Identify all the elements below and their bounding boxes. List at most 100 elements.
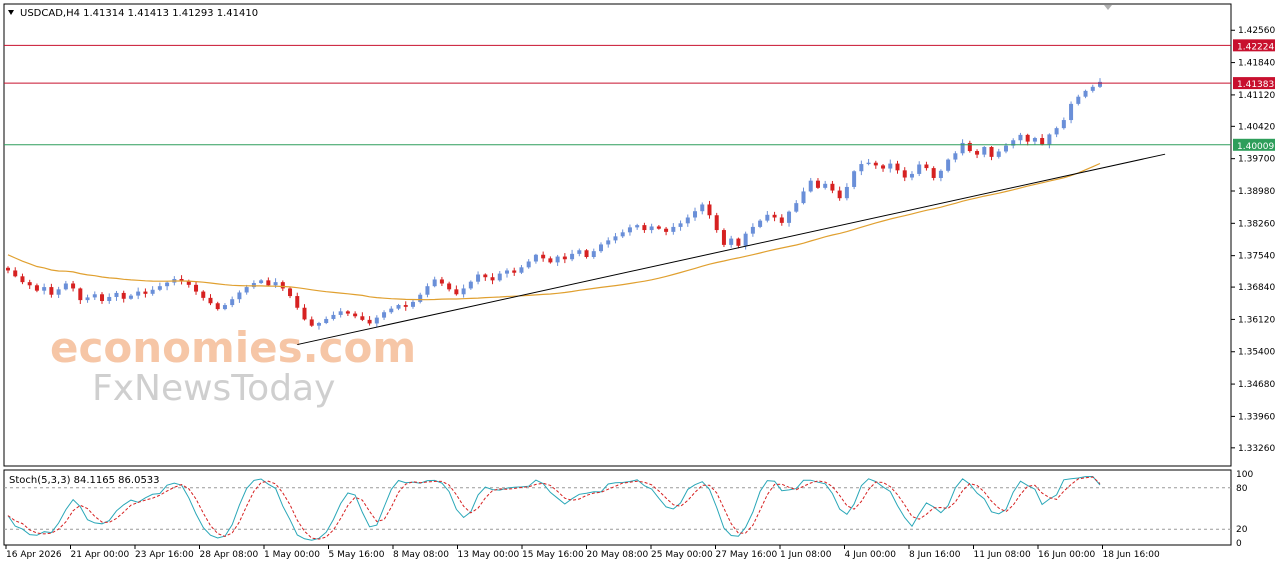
candle-body[interactable] [468,281,473,289]
candle-body[interactable] [512,270,517,273]
candle-body[interactable] [823,183,828,188]
candle-body[interactable] [815,180,820,188]
candle-body[interactable] [931,168,936,178]
candle-body[interactable] [280,282,285,289]
candle-body[interactable] [367,319,372,324]
candle-body[interactable] [714,215,719,231]
candle-body[interactable] [946,159,951,171]
candle-body[interactable] [707,204,712,216]
candle-body[interactable] [309,319,314,326]
candle-body[interactable] [1090,86,1095,91]
candle-body[interactable] [201,291,206,298]
candle-body[interactable] [85,297,90,301]
candle-body[interactable] [1069,103,1074,121]
candle-body[interactable] [693,211,698,218]
candle-body[interactable] [787,211,792,223]
candle-body[interactable] [389,308,394,313]
chart-window[interactable]: economies.com FxNewsToday USDCAD,H4 1.41… [0,0,1280,567]
candle-body[interactable] [541,254,546,259]
candle-body[interactable] [830,183,835,191]
candle-body[interactable] [895,163,900,171]
candle-body[interactable] [844,186,849,199]
candle-body[interactable] [410,301,415,307]
candle-body[interactable] [34,285,39,291]
candle-body[interactable] [938,170,943,178]
candle-body[interactable] [852,171,857,187]
candle-body[interactable] [967,142,972,152]
candle-body[interactable] [157,286,162,290]
candle-body[interactable] [259,280,264,284]
candle-body[interactable] [78,288,83,301]
candle-body[interactable] [490,277,495,281]
candle-body[interactable] [620,232,625,237]
candle-body[interactable] [114,292,119,297]
candle-body[interactable] [1040,138,1045,145]
candle-body[interactable] [13,270,18,277]
candle-body[interactable] [736,238,741,246]
candle-body[interactable] [700,204,705,212]
candle-body[interactable] [345,311,350,314]
candle-body[interactable] [63,283,68,290]
candle-body[interactable] [1083,90,1088,97]
candle-body[interactable] [837,190,842,199]
candle-body[interactable] [504,270,509,274]
candle-body[interactable] [1018,134,1023,141]
candle-body[interactable] [859,164,864,172]
candle-body[interactable] [266,280,271,286]
candle-body[interactable] [577,250,582,254]
candle-body[interactable] [136,291,141,296]
candle-body[interactable] [107,296,112,302]
candle-body[interactable] [758,220,763,227]
candle-body[interactable] [591,251,596,258]
candle-body[interactable] [1025,134,1030,142]
candle-body[interactable] [150,289,155,294]
candle-body[interactable] [27,282,32,286]
candle-body[interactable] [1061,120,1066,129]
candle-body[interactable] [20,276,25,283]
candle-body[interactable] [888,163,893,169]
candle-body[interactable] [881,165,886,169]
candle-body[interactable] [447,283,452,290]
candle-body[interactable] [555,256,560,263]
candle-body[interactable] [721,230,726,245]
candle-body[interactable] [606,240,611,245]
candle-body[interactable] [288,288,293,297]
candle-body[interactable] [808,180,813,192]
candle-body[interactable] [194,284,199,292]
candle-body[interactable] [56,289,61,295]
candle-body[interactable] [562,256,567,260]
candle-body[interactable] [316,323,321,326]
candle-body[interactable] [143,291,148,294]
candle-body[interactable] [1003,145,1008,152]
candle-body[interactable] [237,292,242,300]
candle-body[interactable] [302,307,307,320]
candle-body[interactable] [454,289,459,295]
candle-body[interactable] [396,305,401,309]
candle-body[interactable] [794,203,799,212]
candle-body[interactable] [1032,138,1037,142]
candle-body[interactable] [772,214,777,218]
candle-body[interactable] [215,303,220,310]
candle-body[interactable] [627,227,632,233]
candle-body[interactable] [497,273,502,281]
candle-body[interactable] [750,226,755,234]
candle-body[interactable] [548,258,553,263]
candle-body[interactable] [902,170,907,178]
candle-body[interactable] [121,292,126,299]
candle-body[interactable] [801,191,806,204]
candle-body[interactable] [989,146,994,157]
candle-body[interactable] [92,294,97,298]
candle-body[interactable] [295,296,300,308]
candle-body[interactable] [866,162,871,165]
candle-body[interactable] [165,282,170,287]
usdcad-h4-chart[interactable]: economies.com FxNewsToday USDCAD,H4 1.41… [0,0,1280,567]
candle-body[interactable] [873,162,878,166]
candle-body[interactable] [1076,96,1081,104]
candle-body[interactable] [570,253,575,260]
candle-body[interactable] [208,297,213,304]
candle-body[interactable] [403,305,408,307]
candle-body[interactable] [331,314,336,319]
candle-body[interactable] [613,236,618,241]
candle-body[interactable] [743,233,748,246]
candle-body[interactable] [71,283,76,289]
